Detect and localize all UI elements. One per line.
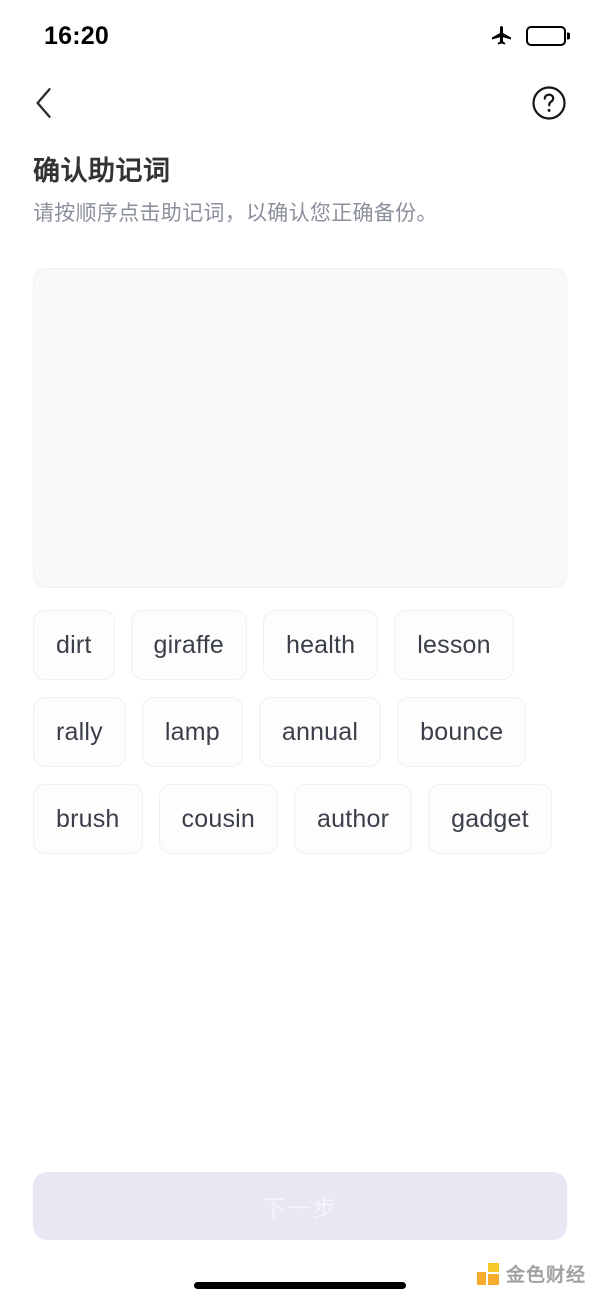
battery-icon	[526, 26, 570, 46]
navigation-bar	[0, 72, 600, 134]
page-heading: 确认助记词 请按顺序点击助记词，以确认您正确备份。	[0, 134, 600, 228]
word-chip[interactable]: bounce	[397, 697, 527, 768]
word-bank: dirt giraffe health lesson rally lamp annual bo…	[33, 610, 567, 855]
word-chip[interactable]: giraffe	[130, 610, 247, 681]
back-button[interactable]	[33, 83, 67, 123]
word-chip[interactable]: gadget	[428, 784, 552, 855]
page-subtitle: 请按顺序点击助记词，以确认您正确备份。	[33, 202, 438, 226]
word-chip[interactable]: health	[262, 610, 379, 681]
watermark: 金色财经	[476, 1260, 586, 1287]
home-indicator[interactable]	[194, 1282, 406, 1289]
status-bar-indicators	[490, 24, 570, 48]
question-mark-circle-icon	[531, 85, 567, 121]
word-chip[interactable]: brush	[33, 784, 143, 855]
chevron-left-icon	[33, 87, 55, 119]
jinse-logo-icon	[476, 1262, 499, 1285]
selected-words-panel[interactable]	[33, 268, 567, 589]
next-step-button[interactable]: 下一步	[33, 1172, 567, 1240]
word-chip[interactable]: lamp	[141, 697, 243, 768]
help-button[interactable]	[531, 85, 567, 121]
watermark-text: 金色财经	[505, 1265, 586, 1286]
page-title: 确认助记词	[33, 156, 171, 186]
word-chip[interactable]: dirt	[33, 610, 115, 681]
status-bar: 16:20	[0, 0, 600, 72]
airplane-mode-icon	[490, 24, 514, 48]
status-bar-time: 16:20	[44, 21, 109, 50]
word-chip[interactable]: author	[294, 784, 413, 855]
word-chip[interactable]: annual	[258, 697, 382, 768]
word-chip[interactable]: rally	[33, 697, 126, 768]
word-chip[interactable]: lesson	[394, 610, 514, 681]
word-chip[interactable]: cousin	[158, 784, 279, 855]
